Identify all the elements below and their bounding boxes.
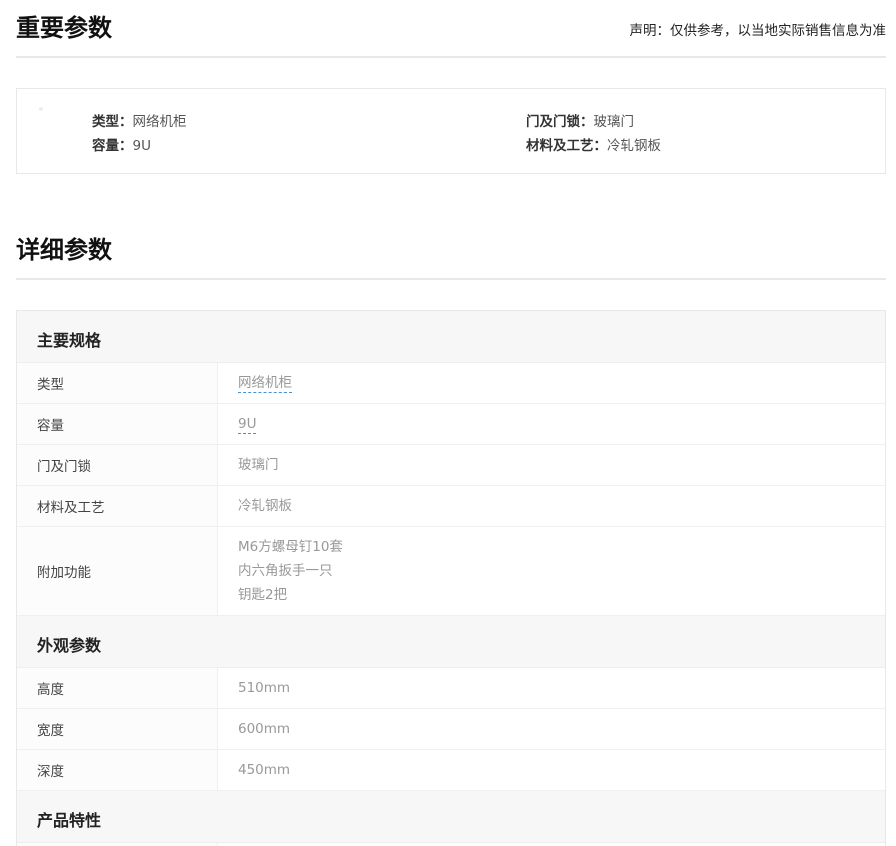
spec-value-text: 玻璃门 (238, 457, 279, 473)
spec-value-link[interactable]: 网络机柜 (238, 374, 292, 393)
spec-group-title: 主要规格 (37, 331, 102, 350)
spec-key: 宽度 (17, 709, 218, 749)
important-params-title: 重要参数 (16, 14, 112, 42)
spec-key: 附加功能 (17, 527, 218, 615)
key-param-type: 类型：网络机柜 (92, 110, 187, 130)
spec-value: 600mm (218, 709, 885, 749)
key-param-door: 门及门锁：玻璃门 (526, 110, 634, 130)
spec-value-text: 600mm (238, 721, 291, 737)
spec-key: 深度 (17, 750, 218, 790)
key-param-value: 冷轧钢板 (607, 138, 661, 154)
key-params-box: 类型：网络机柜 容量：9U 门及门锁：玻璃门 材料及工艺：冷轧钢板 (16, 88, 886, 174)
key-param-capacity: 容量：9U (92, 134, 151, 154)
product-params-page: 重要参数 声明：仅供参考，以当地实际销售信息为准 类型：网络机柜 容量：9U 门… (0, 0, 896, 846)
spec-group-header: 外观参数 (17, 616, 885, 668)
spec-key: 类型 (17, 363, 218, 403)
spec-group-title: 产品特性 (37, 811, 102, 830)
spec-value-text: 钥匙2把 (238, 587, 288, 603)
key-param-value: 网络机柜 (132, 114, 187, 130)
spec-group-header: 主要规格 (17, 311, 885, 363)
detail-params-title: 详细参数 (16, 236, 112, 264)
spec-value: 网络机柜 (218, 363, 885, 403)
decorative-dot-icon (39, 107, 43, 111)
detail-params-header: 详细参数 (16, 222, 886, 280)
spec-value-text: 510mm (238, 680, 291, 696)
spec-key: 高度 (17, 668, 218, 708)
spec-table: 主要规格 类型 网络机柜 容量 9U 门及门锁 玻璃门 材料及工艺 冷轧钢板 附… (16, 310, 886, 846)
key-param-label: 类型： (92, 114, 133, 130)
spec-value: 510mm (218, 668, 885, 708)
table-row: 附加功能 M6方螺母钉10套 内六角扳手一只 钥匙2把 (17, 527, 885, 616)
spec-value-text: 450mm (238, 762, 291, 778)
spec-value: 冷轧钢板 (218, 486, 885, 526)
spec-key: 材料及工艺 (17, 486, 218, 526)
disclaimer-text: 声明：仅供参考，以当地实际销售信息为准 (629, 23, 887, 39)
table-row: 门及门锁 玻璃门 (17, 445, 885, 486)
important-params-header: 重要参数 声明：仅供参考，以当地实际销售信息为准 (16, 0, 886, 58)
spec-value: M6方螺母钉10套 内六角扳手一只 钥匙2把 (218, 527, 885, 615)
table-row: 材料及工艺 冷轧钢板 (17, 486, 885, 527)
spec-value-text: M6方螺母钉10套 (238, 539, 343, 555)
spec-value-text: 内六角扳手一只 (238, 563, 333, 579)
table-row: 宽度 600mm (17, 709, 885, 750)
table-row: 深度 450mm (17, 750, 885, 791)
spec-key: 门及门锁 (17, 445, 218, 485)
key-param-label: 门及门锁： (526, 114, 594, 130)
spec-value: 450mm (218, 750, 885, 790)
table-row: 类型 网络机柜 (17, 363, 885, 404)
spec-value: 9U (218, 404, 885, 444)
spec-value: 玻璃门 (218, 445, 885, 485)
key-param-value: 9U (132, 138, 151, 154)
spec-value-link[interactable]: 9U (238, 415, 257, 434)
table-row: 高度 510mm (17, 668, 885, 709)
spec-key: 容量 (17, 404, 218, 444)
key-param-material: 材料及工艺：冷轧钢板 (526, 134, 661, 154)
key-param-label: 材料及工艺： (526, 138, 607, 154)
key-param-value: 玻璃门 (593, 114, 635, 130)
spec-value-text: 冷轧钢板 (238, 498, 292, 514)
spec-group-title: 外观参数 (37, 636, 102, 655)
key-param-label: 容量： (92, 138, 133, 154)
table-row: 容量 9U (17, 404, 885, 445)
spec-group-header: 产品特性 (17, 791, 885, 843)
